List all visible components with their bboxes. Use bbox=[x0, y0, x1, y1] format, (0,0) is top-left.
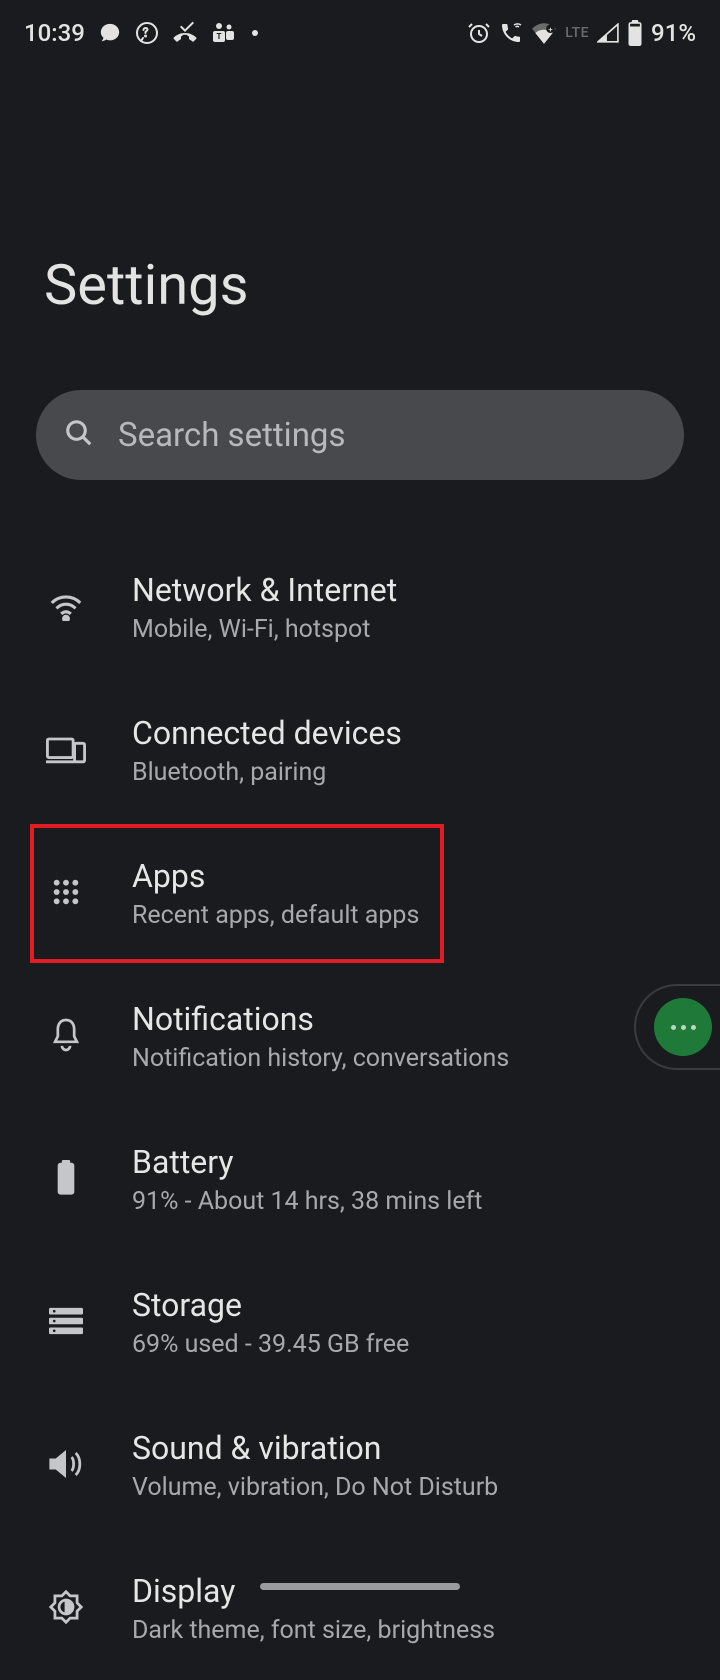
settings-item-notifications[interactable]: Notifications Notification history, conv… bbox=[0, 965, 720, 1108]
wifi-icon bbox=[47, 591, 85, 625]
more-dot-icon bbox=[251, 29, 259, 37]
assistant-fab[interactable] bbox=[634, 984, 720, 1070]
settings-item-connected-devices[interactable]: Connected devices Bluetooth, pairing bbox=[0, 679, 720, 822]
teams-icon: T bbox=[211, 22, 237, 44]
whatsapp-icon bbox=[135, 21, 159, 45]
item-subtitle: Notification history, conversations bbox=[132, 1044, 720, 1073]
status-time: 10:39 bbox=[24, 19, 85, 47]
status-bar: 10:39 T + LTE 91% bbox=[0, 0, 720, 52]
item-title: Apps bbox=[132, 857, 720, 895]
page-title: Settings bbox=[0, 52, 720, 318]
item-subtitle: Bluetooth, pairing bbox=[132, 758, 720, 787]
item-title: Battery bbox=[132, 1143, 720, 1181]
item-title: Network & Internet bbox=[132, 571, 720, 609]
item-subtitle: 91% - About 14 hrs, 38 mins left bbox=[132, 1187, 720, 1216]
item-subtitle: Volume, vibration, Do Not Disturb bbox=[132, 1473, 720, 1502]
bell-icon bbox=[51, 1017, 81, 1057]
settings-item-storage[interactable]: Storage 69% used - 39.45 GB free bbox=[0, 1251, 720, 1394]
sound-icon bbox=[48, 1448, 84, 1484]
settings-item-sound[interactable]: Sound & vibration Volume, vibration, Do … bbox=[0, 1394, 720, 1537]
item-title: Display bbox=[132, 1572, 720, 1610]
missed-call-icon bbox=[173, 21, 197, 45]
search-placeholder: Search settings bbox=[118, 416, 346, 455]
svg-text:T: T bbox=[216, 32, 221, 41]
item-subtitle: Recent apps, default apps bbox=[132, 901, 720, 930]
item-title: Sound & vibration bbox=[132, 1429, 720, 1467]
storage-icon bbox=[49, 1307, 83, 1339]
svg-text:+: + bbox=[549, 25, 553, 34]
item-title: Connected devices bbox=[132, 714, 720, 752]
battery-icon bbox=[627, 20, 643, 46]
item-subtitle: 69% used - 39.45 GB free bbox=[132, 1330, 720, 1359]
nav-indicator[interactable] bbox=[260, 1583, 460, 1590]
battery-percentage: 91% bbox=[651, 19, 696, 47]
settings-item-apps[interactable]: Apps Recent apps, default apps bbox=[0, 822, 720, 965]
alarm-icon bbox=[467, 21, 491, 45]
status-right: + LTE 91% bbox=[467, 19, 696, 47]
item-subtitle: Mobile, Wi-Fi, hotspot bbox=[132, 615, 720, 644]
more-icon bbox=[654, 998, 712, 1056]
item-title: Notifications bbox=[132, 1000, 720, 1038]
settings-item-display[interactable]: Display Dark theme, font size, brightnes… bbox=[0, 1537, 720, 1680]
lte-indicator: LTE bbox=[565, 25, 589, 41]
devices-icon bbox=[46, 734, 86, 768]
brightness-icon bbox=[48, 1589, 84, 1629]
search-icon bbox=[64, 418, 94, 452]
item-title: Storage bbox=[132, 1286, 720, 1324]
apps-icon bbox=[50, 876, 82, 912]
settings-list: Network & Internet Mobile, Wi-Fi, hotspo… bbox=[0, 536, 720, 1680]
search-bar[interactable]: Search settings bbox=[36, 390, 684, 480]
call-wifi-icon bbox=[499, 21, 523, 45]
item-subtitle: Dark theme, font size, brightness bbox=[132, 1616, 720, 1645]
battery-icon bbox=[56, 1160, 76, 1200]
status-left: 10:39 T bbox=[24, 19, 259, 47]
signal-icon bbox=[597, 23, 619, 43]
settings-item-network[interactable]: Network & Internet Mobile, Wi-Fi, hotspo… bbox=[0, 536, 720, 679]
chat-icon bbox=[99, 22, 121, 44]
wifi-icon: + bbox=[531, 22, 557, 44]
settings-item-battery[interactable]: Battery 91% - About 14 hrs, 38 mins left bbox=[0, 1108, 720, 1251]
